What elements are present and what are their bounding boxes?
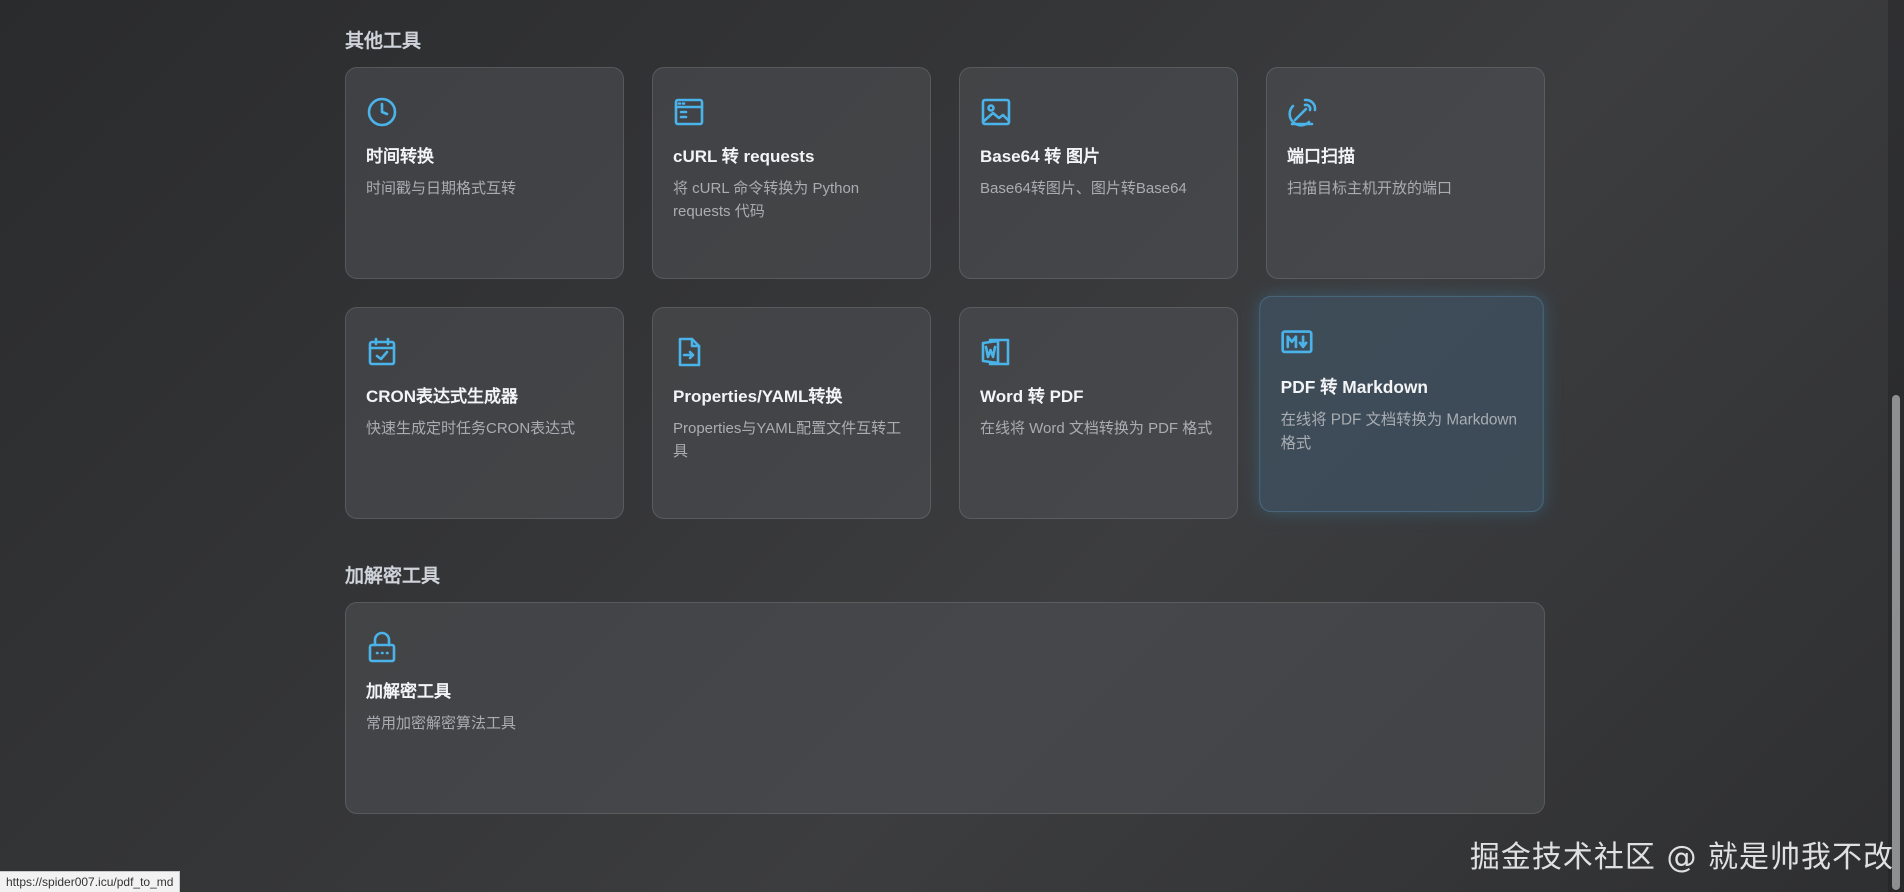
tool-card-time-convert[interactable]: 时间转换 时间戳与日期格式互转 <box>345 67 624 279</box>
tool-card-curl-to-requests[interactable]: cURL 转 requests 将 cURL 命令转换为 Python requ… <box>652 67 931 279</box>
tool-card-word-to-pdf[interactable]: Word 转 PDF 在线将 Word 文档转换为 PDF 格式 <box>959 307 1238 519</box>
card-description: 将 cURL 命令转换为 Python requests 代码 <box>673 180 860 220</box>
lock-icon <box>366 631 398 663</box>
tool-card-properties-yaml[interactable]: Properties/YAML转换 Properties与YAML配置文件互转工… <box>652 307 931 519</box>
image-icon <box>980 96 1012 128</box>
card-title: Properties/YAML转换 <box>673 387 843 406</box>
file-export-icon <box>673 336 705 368</box>
card-description: 扫描目标主机开放的端口 <box>1287 180 1453 197</box>
card-description: 在线将 PDF 文档转换为 Markdown 格式 <box>1280 411 1517 452</box>
calendar-check-icon <box>366 336 398 368</box>
other-tools-grid: 时间转换 时间戳与日期格式互转 cURL 转 requests 将 cURL 命… <box>345 67 1545 519</box>
browser-window-icon <box>673 96 705 128</box>
card-title: PDF 转 Markdown <box>1280 377 1429 397</box>
status-bar-url: https://spider007.icu/pdf_to_md <box>0 871 181 892</box>
section-title-other-tools: 其他工具 <box>345 31 422 52</box>
radar-icon <box>1287 96 1319 128</box>
tool-card-crypto[interactable]: 加解密工具 常用加密解密算法工具 <box>345 602 1545 814</box>
card-title: 端口扫描 <box>1287 147 1355 166</box>
tool-card-port-scan[interactable]: 端口扫描 扫描目标主机开放的端口 <box>1266 67 1545 279</box>
card-title: CRON表达式生成器 <box>366 387 519 406</box>
card-description: 常用加密解密算法工具 <box>366 715 517 732</box>
card-description: 在线将 Word 文档转换为 PDF 格式 <box>980 420 1213 437</box>
scrollbar-track[interactable] <box>1888 0 1904 892</box>
card-description: Properties与YAML配置文件互转工具 <box>673 420 902 460</box>
tool-card-base64-image[interactable]: Base64 转 图片 Base64转图片、图片转Base64 <box>959 67 1238 279</box>
card-description: 时间戳与日期格式互转 <box>366 180 517 197</box>
scrollbar-thumb[interactable] <box>1892 395 1900 890</box>
card-title: 加解密工具 <box>366 682 451 701</box>
card-title: Base64 转 图片 <box>980 147 1100 166</box>
markdown-icon <box>1281 325 1314 358</box>
word-file-icon <box>980 336 1012 368</box>
tool-card-cron-generator[interactable]: CRON表达式生成器 快速生成定时任务CRON表达式 <box>345 307 624 519</box>
watermark-text: 掘金技术社区 @ 就是帅我不改 <box>1469 840 1894 875</box>
clock-icon <box>366 96 398 128</box>
tool-card-pdf-to-markdown[interactable]: PDF 转 Markdown 在线将 PDF 文档转换为 Markdown 格式 <box>1259 295 1544 513</box>
card-description: Base64转图片、图片转Base64 <box>980 180 1187 197</box>
card-title: Word 转 PDF <box>980 387 1084 406</box>
card-title: 时间转换 <box>366 147 434 166</box>
section-title-crypto-tools: 加解密工具 <box>345 566 441 587</box>
card-description: 快速生成定时任务CRON表达式 <box>366 420 576 437</box>
card-title: cURL 转 requests <box>673 147 815 166</box>
